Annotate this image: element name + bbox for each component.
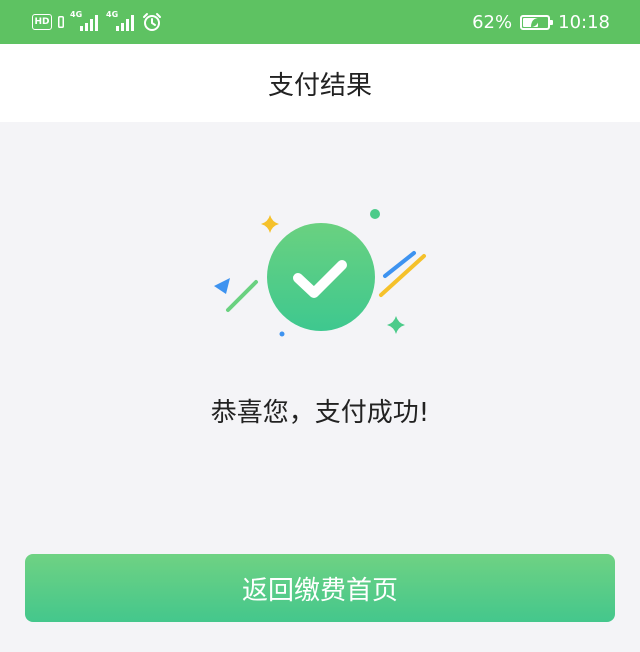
leaf-icon [531,17,540,27]
payment-success-message: 恭喜您，支付成功! [210,398,430,428]
signal-bars-icon [116,15,134,31]
page-title: 支付结果 [267,70,372,101]
signal-strength-1: 4G [70,11,100,33]
return-home-button[interactable]: 返回缴费首页 [25,554,615,622]
alarm-clock-icon [143,13,161,31]
battery-percent: 62% [472,11,513,33]
sim-icon [58,16,64,28]
signal-bars-icon [80,15,98,31]
status-left-icons: HD 4G 4G [32,10,162,34]
battery-icon [520,14,554,30]
success-illustration [214,209,426,337]
hd-badge: HD [32,14,52,30]
decor-line-blue [383,251,416,278]
signal-strength-2: 4G [106,11,136,33]
decor-dot-green [370,209,380,219]
decor-triangle-blue [214,278,230,294]
title-bar: 支付结果 [0,44,640,122]
status-bar: HD 4G 4G 62% 10:18 [0,0,640,44]
status-right-icons: 62% 10:18 [472,10,610,34]
sparkle-star-green-icon [387,316,405,334]
check-circle-icon [267,223,375,331]
decor-dot-blue [279,331,285,337]
decor-line-green [226,280,258,312]
sparkle-star-yellow-icon [261,215,279,233]
clock-time: 10:18 [558,11,610,33]
